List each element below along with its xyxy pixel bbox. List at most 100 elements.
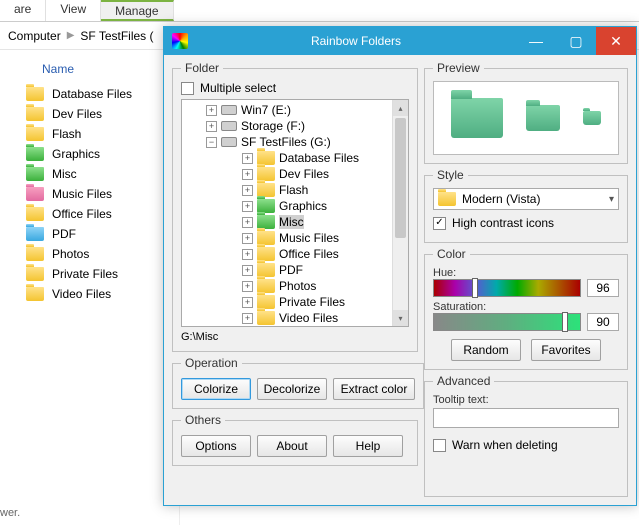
help-button[interactable]: Help: [333, 435, 403, 457]
tab-view[interactable]: View: [46, 0, 101, 21]
folder-icon: [257, 215, 275, 229]
item-label: Office Files: [52, 207, 112, 221]
tooltip-input[interactable]: [433, 408, 619, 428]
random-button[interactable]: Random: [451, 339, 521, 361]
extract-color-button[interactable]: Extract color: [333, 378, 415, 400]
tree-folder[interactable]: +Misc: [200, 214, 408, 230]
folder-icon: [26, 107, 44, 121]
folder-icon: [26, 207, 44, 221]
favorites-button[interactable]: Favorites: [531, 339, 601, 361]
item-label: Music Files: [52, 187, 112, 201]
tree-folder[interactable]: +Music Files: [200, 230, 408, 246]
saturation-slider[interactable]: [433, 313, 581, 331]
expand-icon[interactable]: +: [242, 169, 253, 180]
expand-icon[interactable]: +: [242, 313, 253, 324]
minimize-button[interactable]: —: [516, 27, 556, 55]
scroll-down-icon[interactable]: ▾: [393, 310, 408, 326]
list-item[interactable]: Database Files: [12, 84, 167, 104]
expand-icon[interactable]: +: [242, 297, 253, 308]
tree-drive[interactable]: −SF TestFiles (G:): [182, 134, 408, 150]
tree-scrollbar[interactable]: ▴ ▾: [392, 100, 408, 326]
expand-icon[interactable]: +: [242, 153, 253, 164]
item-label: Flash: [52, 127, 81, 141]
tree-drive[interactable]: +Win7 (E:): [182, 102, 408, 118]
tree-folder[interactable]: + Dev Files: [200, 166, 408, 182]
list-item[interactable]: Dev Files: [12, 104, 167, 124]
others-group: Others Options About Help: [172, 413, 418, 466]
hue-slider[interactable]: [433, 279, 581, 297]
tooltip-label: Tooltip text:: [433, 394, 619, 406]
list-item[interactable]: Office Files: [12, 204, 167, 224]
style-value: Modern (Vista): [462, 192, 540, 206]
expand-icon[interactable]: +: [206, 105, 217, 116]
high-contrast-checkbox[interactable]: [433, 217, 446, 230]
list-item[interactable]: Misc: [12, 164, 167, 184]
folder-tree[interactable]: +Win7 (E:)+Storage (F:)−SF TestFiles (G:…: [181, 99, 409, 327]
tree-folder[interactable]: +Video Files: [200, 310, 408, 326]
tree-folder[interactable]: +Private Files: [200, 294, 408, 310]
list-item[interactable]: Graphics: [12, 144, 167, 164]
tree-folder[interactable]: +Database Files: [200, 150, 408, 166]
list-item[interactable]: Music Files: [12, 184, 167, 204]
maximize-button[interactable]: ▢: [556, 27, 596, 55]
item-label: Graphics: [52, 147, 100, 161]
colorize-button[interactable]: Colorize: [181, 378, 251, 400]
tree-label: Graphics: [279, 199, 327, 213]
hue-thumb[interactable]: [472, 278, 478, 298]
saturation-label: Saturation:: [433, 301, 619, 313]
style-dropdown[interactable]: Modern (Vista) ▾: [433, 188, 619, 210]
drive-icon: [221, 121, 237, 131]
style-legend: Style: [433, 168, 468, 182]
ribbon-tabs: are View Manage: [0, 0, 639, 22]
folder-legend: Folder: [181, 61, 223, 75]
tree-drive[interactable]: +Storage (F:): [182, 118, 408, 134]
item-label: Private Files: [52, 267, 118, 281]
tree-label: Dev Files: [279, 167, 329, 181]
expand-icon[interactable]: +: [242, 185, 253, 196]
expand-icon[interactable]: +: [242, 249, 253, 260]
hue-value[interactable]: 96: [587, 279, 619, 297]
folder-icon: [257, 311, 275, 325]
expand-icon[interactable]: +: [242, 217, 253, 228]
list-item[interactable]: PDF: [12, 224, 167, 244]
expand-icon[interactable]: +: [206, 121, 217, 132]
folder-icon: [257, 167, 275, 181]
list-item[interactable]: Photos: [12, 244, 167, 264]
warn-delete-checkbox[interactable]: [433, 439, 446, 452]
scroll-thumb[interactable]: [395, 118, 406, 238]
list-item[interactable]: Private Files: [12, 264, 167, 284]
options-button[interactable]: Options: [181, 435, 251, 457]
titlebar[interactable]: Rainbow Folders — ▢ ✕: [164, 27, 636, 55]
tree-folder[interactable]: +Flash: [200, 182, 408, 198]
list-item[interactable]: Video Files: [12, 284, 167, 304]
folder-icon: [26, 227, 44, 241]
decolorize-button[interactable]: Decolorize: [257, 378, 327, 400]
tab-share[interactable]: are: [0, 0, 46, 21]
column-header-name[interactable]: Name: [42, 62, 167, 76]
advanced-group: Advanced Tooltip text: Warn when deletin…: [424, 374, 628, 497]
about-button[interactable]: About: [257, 435, 327, 457]
preview-group: Preview: [424, 61, 628, 164]
saturation-thumb[interactable]: [562, 312, 568, 332]
breadcrumb-item[interactable]: SF TestFiles (: [80, 29, 153, 43]
folder-icon: [257, 263, 275, 277]
tab-manage[interactable]: Manage: [101, 0, 173, 21]
expand-icon[interactable]: +: [242, 233, 253, 244]
multiple-select-checkbox[interactable]: [181, 82, 194, 95]
tree-folder[interactable]: + Graphics: [200, 198, 408, 214]
expand-icon[interactable]: +: [242, 201, 253, 212]
folder-icon: [26, 267, 44, 281]
preview-box: [433, 81, 619, 155]
multiple-select-label: Multiple select: [200, 81, 276, 95]
tree-folder[interactable]: +Office Files: [200, 246, 408, 262]
expand-icon[interactable]: +: [242, 265, 253, 276]
list-item[interactable]: Flash: [12, 124, 167, 144]
tree-folder[interactable]: +Photos: [200, 278, 408, 294]
scroll-up-icon[interactable]: ▴: [393, 100, 408, 116]
saturation-value[interactable]: 90: [587, 313, 619, 331]
close-button[interactable]: ✕: [596, 27, 636, 55]
expand-icon[interactable]: −: [206, 137, 217, 148]
expand-icon[interactable]: +: [242, 281, 253, 292]
breadcrumb-item[interactable]: Computer: [8, 29, 61, 43]
tree-folder[interactable]: +PDF: [200, 262, 408, 278]
